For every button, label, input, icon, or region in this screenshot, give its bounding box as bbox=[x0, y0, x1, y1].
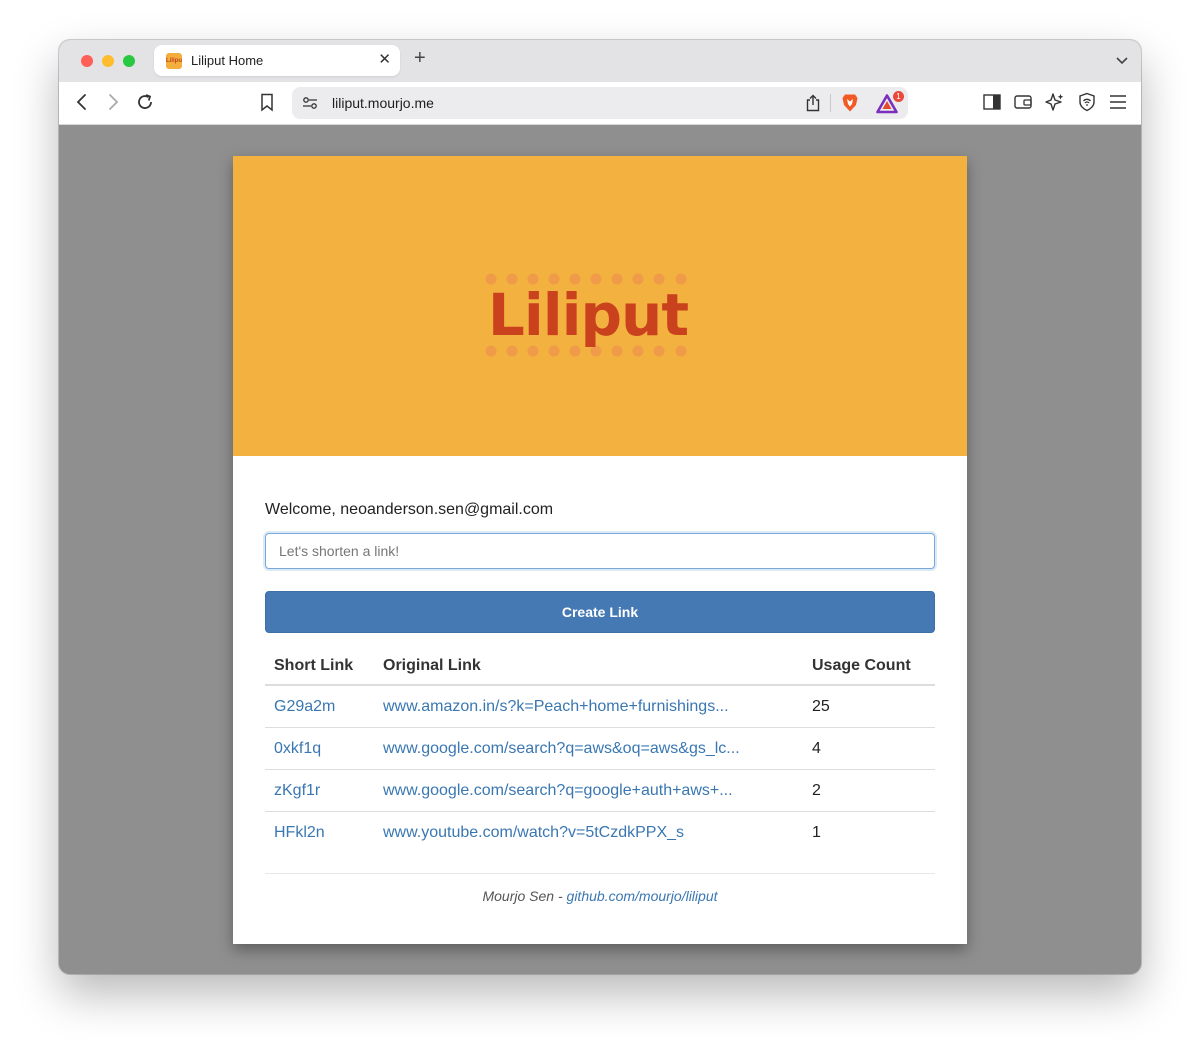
usage-count: 1 bbox=[812, 823, 821, 841]
menu-icon[interactable] bbox=[1109, 94, 1127, 115]
create-link-button[interactable]: Create Link bbox=[265, 591, 935, 633]
tab-bar: Liliput Liliput Home ✕ + bbox=[59, 40, 1141, 82]
favicon-icon: Liliput bbox=[166, 53, 182, 69]
logo-text: Liliput bbox=[487, 281, 689, 349]
welcome-text: Welcome, neoanderson.sen@gmail.com bbox=[265, 501, 554, 518]
leo-ai-icon[interactable] bbox=[1045, 92, 1065, 117]
site-settings-icon[interactable] bbox=[302, 96, 318, 115]
table-row: 0xkf1q www.google.com/search?q=aws&oq=aw… bbox=[265, 727, 935, 770]
browser-toolbar: liliput.mourjo.me 1 bbox=[59, 82, 1141, 125]
app-card: Liliput Welcome, neoanderson.sen@gmail.c… bbox=[233, 156, 967, 944]
usage-count: 25 bbox=[803, 685, 935, 728]
reload-icon[interactable] bbox=[135, 92, 155, 117]
footer-github-link[interactable]: github.com/mourjo/liliput bbox=[567, 888, 718, 904]
usage-count: 4 bbox=[803, 727, 935, 770]
brave-shields-icon[interactable] bbox=[841, 93, 859, 118]
table-row: HFkl2n www.youtube.com/watch?v=5tCzdkPPX… bbox=[265, 812, 935, 854]
hero-banner: Liliput bbox=[233, 156, 967, 456]
original-link[interactable]: www.google.com/search?q=aws&oq=aws&gs_lc… bbox=[383, 740, 740, 757]
liliput-logo: Liliput bbox=[485, 273, 691, 357]
table-row: G29a2m www.amazon.in/s?k=Peach+home+furn… bbox=[265, 685, 935, 728]
original-link[interactable]: www.youtube.com/watch?v=5tCzdkPPX_s bbox=[383, 824, 684, 841]
close-window-button[interactable] bbox=[81, 55, 93, 67]
short-link[interactable]: 0xkf1q bbox=[274, 740, 321, 757]
wallet-icon[interactable] bbox=[1014, 94, 1032, 115]
vpn-icon[interactable] bbox=[1078, 92, 1096, 117]
page-viewport: Liliput Welcome, neoanderson.sen@gmail.c… bbox=[59, 125, 1141, 974]
minimize-window-button[interactable] bbox=[102, 55, 114, 67]
tab-title: Liliput Home bbox=[191, 53, 264, 68]
rewards-badge: 1 bbox=[893, 91, 904, 102]
footer-divider bbox=[265, 873, 935, 874]
tab-list-chevron-icon[interactable] bbox=[1115, 52, 1129, 70]
address-bar-divider bbox=[830, 94, 831, 112]
header-short-link: Short Link bbox=[265, 647, 374, 686]
sidebar-icon[interactable] bbox=[983, 94, 1001, 115]
usage-count: 2 bbox=[803, 769, 935, 812]
page-footer: Mourjo Sen - github.com/mourjo/liliput bbox=[233, 888, 967, 904]
short-link[interactable]: HFkl2n bbox=[274, 824, 325, 841]
short-link[interactable]: G29a2m bbox=[274, 698, 335, 715]
brave-rewards-icon[interactable]: 1 bbox=[876, 91, 904, 114]
table-header-row: Short Link Original Link Usage Count bbox=[265, 647, 935, 686]
table-row: zKgf1r www.google.com/search?q=google+au… bbox=[265, 769, 935, 812]
forward-icon[interactable] bbox=[105, 93, 121, 116]
browser-window: Liliput Liliput Home ✕ + liliput.mourjo.… bbox=[59, 40, 1141, 974]
original-link[interactable]: www.amazon.in/s?k=Peach+home+furnishings… bbox=[383, 698, 729, 715]
original-link[interactable]: www.google.com/search?q=google+auth+aws+… bbox=[383, 782, 733, 799]
new-tab-icon[interactable]: + bbox=[414, 48, 426, 68]
tab-liliput-home[interactable]: Liliput Liliput Home ✕ bbox=[154, 45, 400, 76]
shorten-link-input[interactable] bbox=[265, 533, 935, 569]
header-usage-count: Usage Count bbox=[803, 647, 935, 686]
address-bar[interactable]: liliput.mourjo.me 1 bbox=[292, 87, 908, 119]
share-icon[interactable] bbox=[805, 94, 821, 117]
short-link[interactable]: zKgf1r bbox=[274, 782, 320, 799]
links-table: Short Link Original Link Usage Count G29… bbox=[265, 647, 935, 853]
back-icon[interactable] bbox=[74, 93, 90, 116]
url-text[interactable]: liliput.mourjo.me bbox=[332, 95, 434, 111]
close-tab-icon[interactable]: ✕ bbox=[378, 50, 391, 68]
bookmark-icon[interactable] bbox=[260, 93, 274, 117]
header-original-link: Original Link bbox=[374, 647, 803, 686]
footer-author: Mourjo Sen - bbox=[482, 888, 563, 904]
zoom-window-button[interactable] bbox=[123, 55, 135, 67]
